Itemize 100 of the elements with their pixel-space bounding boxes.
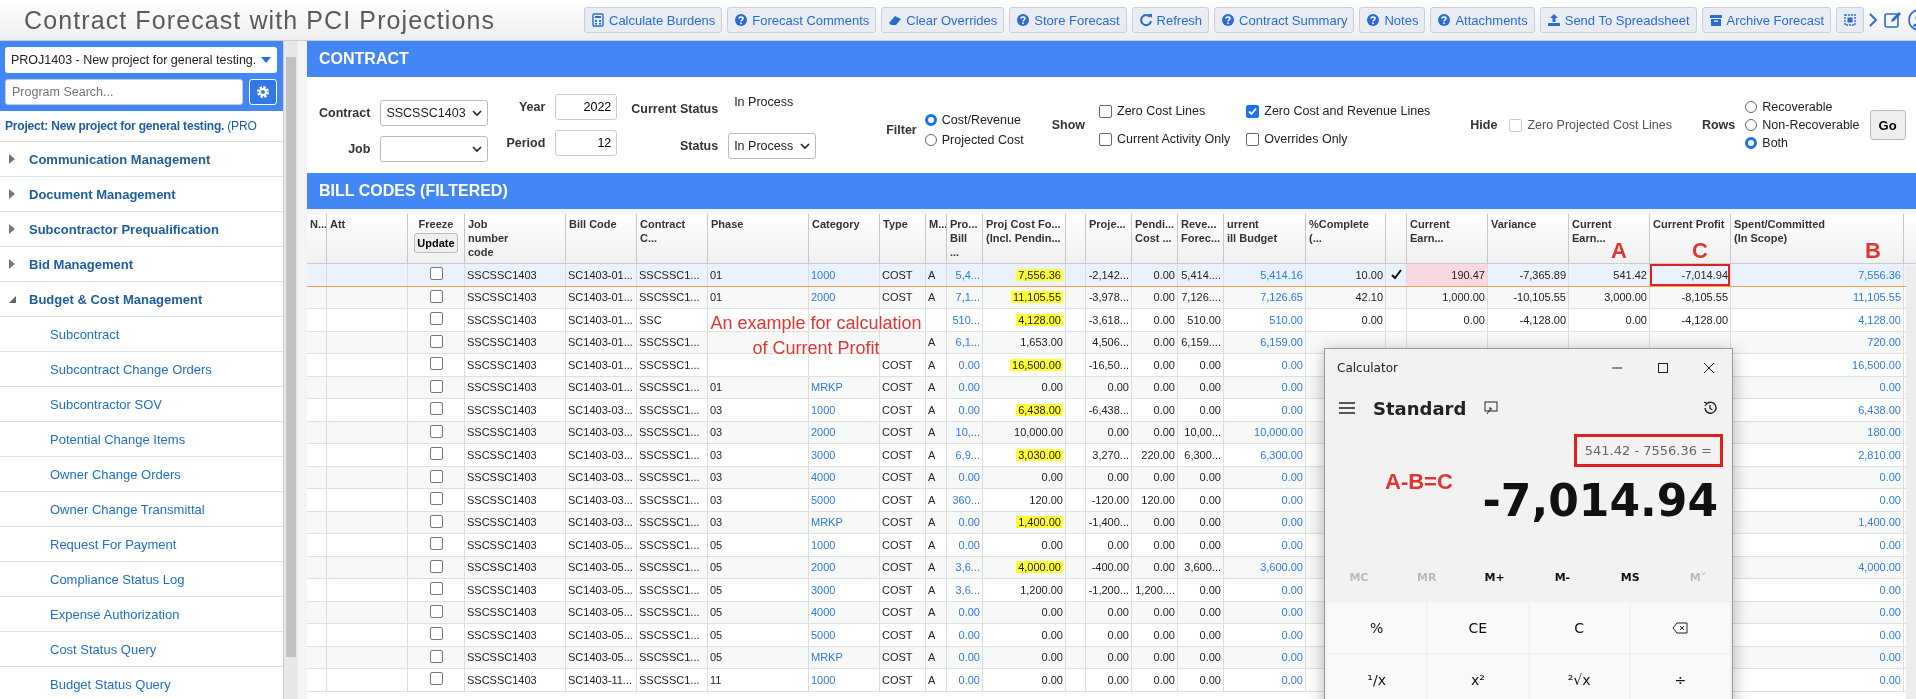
toolbar-button[interactable]: Forecast Comments bbox=[727, 7, 877, 33]
amount-link[interactable]: 4000 bbox=[809, 466, 880, 488]
amount-link[interactable]: 3,600.00 bbox=[1224, 556, 1306, 578]
freeze-checkbox[interactable] bbox=[429, 379, 443, 393]
amount-link[interactable]: 4000 bbox=[809, 601, 880, 623]
show-option[interactable]: Zero Cost and Revenue Lines bbox=[1246, 104, 1431, 118]
rows-option[interactable]: Recoverable bbox=[1745, 100, 1860, 114]
toolbar-button[interactable]: Attachments bbox=[1430, 7, 1535, 33]
freeze-checkbox[interactable] bbox=[429, 357, 443, 370]
tree-item[interactable]: Communication Management bbox=[0, 142, 283, 177]
settings-button[interactable] bbox=[249, 79, 277, 105]
radio-button[interactable] bbox=[924, 134, 937, 146]
scrollbar[interactable] bbox=[1906, 266, 1916, 699]
status-select[interactable]: In Process bbox=[728, 133, 817, 159]
rows-option[interactable]: Non-Recoverable bbox=[1745, 118, 1860, 132]
freeze-checkbox[interactable] bbox=[429, 649, 443, 663]
calculator-key[interactable]: ÷ bbox=[1630, 655, 1730, 699]
memory-button[interactable]: M+ bbox=[1460, 569, 1529, 585]
freeze-checkbox[interactable] bbox=[429, 334, 443, 348]
calculator-key[interactable]: % bbox=[1327, 603, 1427, 653]
amount-link[interactable]: 0.00 bbox=[947, 511, 983, 533]
menu-item[interactable]: Cost Status Query bbox=[0, 632, 283, 667]
amount-link[interactable]: 7,1... bbox=[947, 286, 983, 308]
amount-link[interactable]: 0.00 bbox=[947, 624, 983, 646]
freeze-checkbox[interactable] bbox=[429, 469, 443, 483]
amount-link[interactable]: 0.00 bbox=[947, 646, 983, 668]
freeze-checkbox[interactable] bbox=[429, 582, 443, 595]
memory-button[interactable]: MS bbox=[1596, 569, 1665, 585]
toolbar-button[interactable]: Store Forecast bbox=[1009, 7, 1127, 33]
freeze-checkbox[interactable] bbox=[429, 402, 443, 415]
amount-link[interactable]: 3,6... bbox=[947, 579, 983, 601]
amount-link[interactable]: MRKP bbox=[809, 376, 880, 398]
freeze-checkbox[interactable] bbox=[429, 312, 443, 325]
amount-link[interactable]: 2000 bbox=[809, 286, 880, 308]
checkbox[interactable] bbox=[1246, 132, 1260, 146]
amount-link[interactable]: 0.00 bbox=[1224, 669, 1306, 691]
amount-link[interactable]: 510.00 bbox=[1224, 309, 1306, 331]
amount-link[interactable]: 6,300.00 bbox=[1224, 444, 1306, 466]
filter-option[interactable]: Cost/Revenue bbox=[924, 113, 1024, 127]
checkbox[interactable] bbox=[1246, 104, 1260, 118]
amount-link[interactable]: 0.00 bbox=[1224, 489, 1306, 511]
amount-link[interactable]: 6,9... bbox=[947, 444, 983, 466]
amount-link[interactable]: 0.00 bbox=[1224, 534, 1306, 556]
show-option[interactable]: Overrides Only bbox=[1246, 132, 1431, 146]
freeze-checkbox[interactable] bbox=[429, 627, 443, 640]
toolbar-button[interactable]: Archive Forecast bbox=[1701, 7, 1832, 33]
calculator-key[interactable]: ²√x bbox=[1529, 655, 1629, 699]
calculator-key[interactable]: CE bbox=[1428, 603, 1528, 653]
amount-link[interactable]: 0.00 bbox=[1224, 579, 1306, 601]
freeze-checkbox[interactable] bbox=[429, 447, 443, 460]
contract-select[interactable]: SSCSSC1403 bbox=[380, 100, 489, 126]
amount-link[interactable]: 1000 bbox=[809, 534, 880, 556]
amount-link[interactable]: 0.00 bbox=[1224, 511, 1306, 533]
radio-button[interactable] bbox=[1745, 137, 1758, 149]
amount-link[interactable]: 0.00 bbox=[1224, 466, 1306, 488]
amount-link[interactable]: 4,128.00 bbox=[1731, 309, 1904, 331]
menu-icon[interactable] bbox=[1339, 402, 1355, 414]
amount-link[interactable]: MRKP bbox=[809, 646, 880, 668]
amount-link[interactable]: 11,105.55 bbox=[1731, 286, 1904, 308]
calculator-key[interactable]: x² bbox=[1428, 655, 1528, 699]
toolbar-button[interactable]: Notes bbox=[1359, 7, 1426, 33]
amount-link[interactable]: 6,1... bbox=[947, 331, 983, 353]
update-button[interactable]: Update bbox=[414, 233, 458, 253]
amount-link[interactable]: 0.00 bbox=[1224, 601, 1306, 623]
go-button[interactable]: Go bbox=[1869, 110, 1906, 140]
freeze-checkbox[interactable] bbox=[429, 537, 443, 550]
rows-option[interactable]: Both bbox=[1745, 136, 1860, 150]
radio-button[interactable] bbox=[1745, 101, 1758, 113]
amount-link[interactable]: 0.00 bbox=[947, 399, 983, 421]
scrollbar[interactable] bbox=[284, 41, 298, 699]
menu-item[interactable]: Owner Change Transmittal bbox=[0, 492, 283, 527]
amount-link[interactable]: 5,414.16 bbox=[1224, 264, 1306, 286]
amount-link[interactable]: 0.00 bbox=[1224, 376, 1306, 398]
period-field[interactable]: 12 bbox=[555, 130, 618, 156]
show-option[interactable]: Current Activity Only bbox=[1099, 132, 1231, 146]
tree-item[interactable]: Budget & Cost Management bbox=[0, 282, 283, 317]
calculator-key[interactable]: C bbox=[1529, 603, 1629, 653]
freeze-checkbox[interactable] bbox=[429, 289, 443, 303]
menu-item[interactable]: Subcontract bbox=[0, 317, 283, 352]
amount-link[interactable]: 10,000.00 bbox=[1224, 421, 1306, 443]
amount-link[interactable]: 3,6... bbox=[947, 556, 983, 578]
keep-on-top-icon[interactable] bbox=[1484, 401, 1499, 415]
amount-link[interactable]: 1000 bbox=[809, 399, 880, 421]
year-field[interactable]: 2022 bbox=[555, 94, 618, 120]
filter-option[interactable]: Projected Cost bbox=[924, 133, 1024, 147]
menu-item[interactable]: Compliance Status Log bbox=[0, 562, 283, 597]
amount-link[interactable]: 5,4... bbox=[947, 264, 983, 286]
toolbar-button[interactable]: Clear Overrides bbox=[881, 7, 1005, 33]
menu-item[interactable]: Subcontract Change Orders bbox=[0, 352, 283, 387]
freeze-checkbox[interactable] bbox=[429, 559, 443, 573]
amount-link[interactable]: 0.00 bbox=[947, 534, 983, 556]
chevron-right-icon[interactable] bbox=[1868, 12, 1879, 28]
menu-item[interactable]: Owner Change Orders bbox=[0, 457, 283, 492]
amount-link[interactable]: 0.00 bbox=[1224, 646, 1306, 668]
amount-link[interactable]: 5000 bbox=[809, 624, 880, 646]
radio-button[interactable] bbox=[1745, 119, 1758, 131]
amount-link[interactable]: 3000 bbox=[809, 444, 880, 466]
toolbar-button[interactable] bbox=[1836, 7, 1865, 33]
freeze-checkbox[interactable] bbox=[429, 424, 443, 438]
tree-item[interactable]: Bid Management bbox=[0, 247, 283, 282]
